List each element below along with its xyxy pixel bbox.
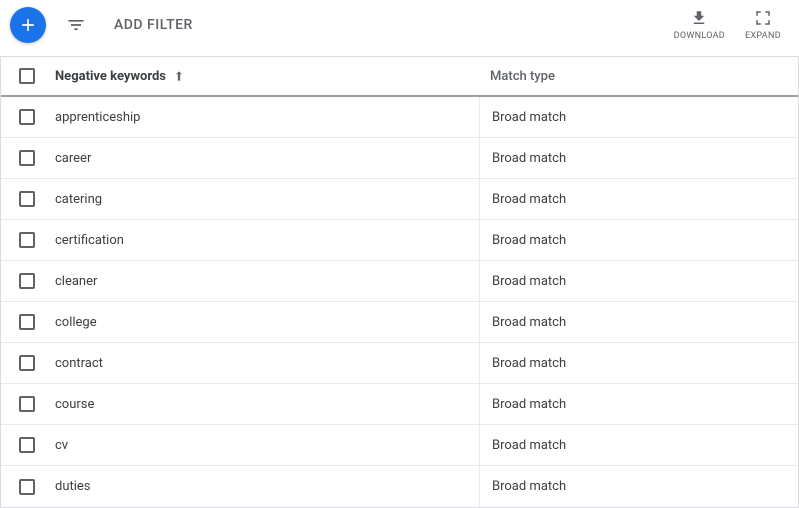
row-match-text: Broad match (492, 274, 566, 289)
row-checkbox[interactable] (19, 479, 35, 495)
row-check-cell (1, 261, 53, 301)
row-keyword-text: catering (55, 192, 102, 207)
table-row: contract Broad match (1, 343, 798, 384)
table-row: career Broad match (1, 138, 798, 179)
row-match-text: Broad match (492, 192, 566, 207)
table-body: apprenticeship Broad match career Broad mat… (1, 97, 798, 507)
toolbar: ADD FILTER DOWNLOAD EXPAND (0, 0, 799, 56)
row-match-text: Broad match (492, 479, 566, 494)
row-keyword-text: course (55, 397, 94, 412)
expand-label: EXPAND (745, 31, 781, 41)
row-keyword-text: college (55, 315, 97, 330)
filter-icon (66, 15, 86, 35)
row-keyword-text: cleaner (55, 274, 97, 289)
row-checkbox[interactable] (19, 355, 35, 371)
table-row: apprenticeship Broad match (1, 97, 798, 138)
row-match-text: Broad match (492, 151, 566, 166)
row-match: Broad match (480, 425, 798, 465)
row-keyword[interactable]: duties (53, 466, 480, 507)
column-header-keyword-label: Negative keywords (55, 69, 166, 84)
add-button[interactable] (10, 7, 46, 43)
row-match-text: Broad match (492, 233, 566, 248)
row-match: Broad match (480, 179, 798, 219)
table-row: course Broad match (1, 384, 798, 425)
row-check-cell (1, 179, 53, 219)
row-keyword-text: certification (55, 233, 124, 248)
row-match-text: Broad match (492, 315, 566, 330)
table-row: certification Broad match (1, 220, 798, 261)
row-check-cell (1, 302, 53, 342)
select-all-checkbox[interactable] (19, 68, 35, 84)
table-row: cleaner Broad match (1, 261, 798, 302)
row-keyword-text: cv (55, 438, 68, 453)
download-icon (690, 9, 708, 27)
row-checkbox[interactable] (19, 191, 35, 207)
row-keyword[interactable]: certification (53, 220, 480, 260)
row-checkbox[interactable] (19, 273, 35, 289)
expand-button[interactable]: EXPAND (741, 9, 785, 41)
row-keyword-text: apprenticeship (55, 110, 140, 125)
row-checkbox[interactable] (19, 437, 35, 453)
row-match: Broad match (480, 138, 798, 178)
row-keyword[interactable]: catering (53, 179, 480, 219)
row-match: Broad match (480, 466, 798, 507)
download-button[interactable]: DOWNLOAD (674, 9, 725, 41)
row-keyword[interactable]: college (53, 302, 480, 342)
row-checkbox[interactable] (19, 109, 35, 125)
column-header-match[interactable]: Match type (480, 57, 798, 95)
row-match: Broad match (480, 302, 798, 342)
row-match-text: Broad match (492, 356, 566, 371)
keywords-table: Negative keywords Match type apprentices… (0, 56, 799, 508)
row-check-cell (1, 425, 53, 465)
row-keyword[interactable]: apprenticeship (53, 97, 480, 137)
plus-icon (18, 15, 38, 35)
row-keyword-text: contract (55, 356, 103, 371)
row-check-cell (1, 97, 53, 137)
row-match: Broad match (480, 384, 798, 424)
row-keyword-text: career (55, 151, 91, 166)
table-row: catering Broad match (1, 179, 798, 220)
row-checkbox[interactable] (19, 232, 35, 248)
row-keyword[interactable]: cleaner (53, 261, 480, 301)
row-keyword[interactable]: career (53, 138, 480, 178)
table-row: cv Broad match (1, 425, 798, 466)
row-check-cell (1, 466, 53, 507)
row-check-cell (1, 384, 53, 424)
filter-button[interactable] (64, 13, 88, 37)
row-checkbox[interactable] (19, 314, 35, 330)
row-match: Broad match (480, 220, 798, 260)
download-label: DOWNLOAD (674, 31, 725, 41)
row-match: Broad match (480, 97, 798, 137)
add-filter-button[interactable]: ADD FILTER (114, 17, 193, 33)
row-match: Broad match (480, 343, 798, 383)
action-group: DOWNLOAD EXPAND (674, 9, 785, 41)
expand-icon (754, 9, 772, 27)
row-match-text: Broad match (492, 438, 566, 453)
row-keyword-text: duties (55, 479, 91, 494)
row-match-text: Broad match (492, 110, 566, 125)
row-check-cell (1, 220, 53, 260)
row-keyword[interactable]: cv (53, 425, 480, 465)
row-keyword[interactable]: contract (53, 343, 480, 383)
table-row: duties Broad match (1, 466, 798, 507)
row-checkbox[interactable] (19, 150, 35, 166)
row-checkbox[interactable] (19, 396, 35, 412)
table-row: college Broad match (1, 302, 798, 343)
table-header: Negative keywords Match type (1, 57, 798, 97)
row-match: Broad match (480, 261, 798, 301)
row-keyword[interactable]: course (53, 384, 480, 424)
column-header-keyword[interactable]: Negative keywords (53, 57, 480, 95)
row-check-cell (1, 138, 53, 178)
column-header-match-label: Match type (490, 69, 555, 84)
row-match-text: Broad match (492, 397, 566, 412)
sort-ascending-icon (172, 69, 186, 83)
row-check-cell (1, 343, 53, 383)
select-all-cell (1, 57, 53, 95)
